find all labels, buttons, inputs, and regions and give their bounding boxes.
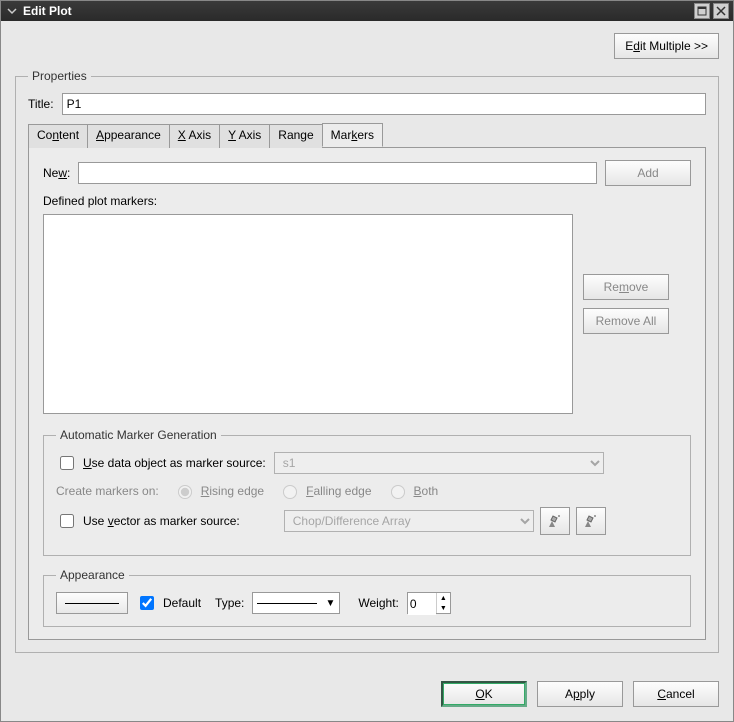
- appearance-legend: Appearance: [56, 568, 129, 582]
- add-marker-button[interactable]: Add: [605, 160, 691, 186]
- minimize-button[interactable]: [694, 3, 710, 19]
- use-vector-input[interactable]: [60, 514, 74, 528]
- data-object-select[interactable]: s1: [274, 452, 604, 474]
- rising-edge-radio[interactable]: Rising edge: [173, 482, 264, 499]
- line-sample[interactable]: [56, 592, 128, 614]
- defined-markers-list[interactable]: [43, 214, 573, 414]
- falling-edge-input[interactable]: [283, 485, 297, 499]
- falling-edge-radio[interactable]: Falling edge: [278, 482, 371, 499]
- use-data-object-input[interactable]: [60, 456, 74, 470]
- type-select[interactable]: ▼: [252, 592, 340, 614]
- spinner-up[interactable]: ▲: [437, 593, 450, 603]
- chevron-down-icon: ▼: [325, 598, 335, 609]
- edit-multiple-button[interactable]: Edit Multiple >>: [614, 33, 719, 59]
- remove-marker-button[interactable]: Remove: [583, 274, 669, 300]
- weight-input[interactable]: [408, 593, 436, 615]
- both-radio[interactable]: Both: [386, 482, 439, 499]
- spinner-down[interactable]: ▼: [437, 603, 450, 613]
- weight-label: Weight:: [358, 596, 398, 610]
- cancel-button[interactable]: Cancel: [633, 681, 719, 707]
- title-input[interactable]: [62, 93, 706, 115]
- title-label: Title:: [28, 97, 54, 111]
- vector-clear-icon-button[interactable]: [576, 507, 606, 535]
- default-input[interactable]: [140, 596, 154, 610]
- client-area: Edit Multiple >> Properties Title: Conte…: [1, 21, 733, 721]
- apply-button[interactable]: Apply: [537, 681, 623, 707]
- ok-button[interactable]: OK: [441, 681, 527, 707]
- wizard-icon: [582, 512, 600, 530]
- both-input[interactable]: [391, 485, 405, 499]
- appearance-group: Appearance Default Type: ▼ Weight:: [43, 568, 691, 627]
- close-button[interactable]: [713, 3, 729, 19]
- dialog-buttons: OK Apply Cancel: [441, 681, 719, 707]
- edit-plot-window: Edit Plot Edit Multiple >> Properties Ti…: [0, 0, 734, 722]
- new-marker-label: New:: [43, 166, 70, 180]
- rising-edge-input[interactable]: [178, 485, 192, 499]
- amg-legend: Automatic Marker Generation: [56, 428, 221, 442]
- vector-edit-icon-button[interactable]: [540, 507, 570, 535]
- tab-appearance[interactable]: Appearance: [87, 124, 170, 148]
- use-data-object-checkbox[interactable]: Use data object as marker source:: [56, 453, 266, 473]
- remove-all-button[interactable]: Remove All: [583, 308, 669, 334]
- markers-panel: New: Add Defined plot markers: Remove Re…: [28, 148, 706, 640]
- create-markers-on-label: Create markers on:: [56, 484, 159, 498]
- properties-group: Properties Title: Content Appearance X A…: [15, 69, 719, 653]
- properties-legend: Properties: [28, 69, 91, 83]
- tab-x-axis[interactable]: X Axis: [169, 124, 220, 148]
- window-title: Edit Plot: [23, 4, 691, 18]
- new-marker-input[interactable]: [78, 162, 597, 184]
- window-menu-icon[interactable]: [5, 4, 19, 18]
- titlebar: Edit Plot: [1, 1, 733, 21]
- tab-range[interactable]: Range: [269, 124, 322, 148]
- automatic-marker-generation-group: Automatic Marker Generation Use data obj…: [43, 428, 691, 556]
- wizard-icon: [546, 512, 564, 530]
- default-checkbox[interactable]: Default: [136, 593, 201, 613]
- weight-spinner[interactable]: ▲ ▼: [407, 592, 451, 614]
- tab-markers[interactable]: Markers: [322, 123, 383, 147]
- type-label: Type:: [215, 596, 244, 610]
- tab-content[interactable]: Content: [28, 124, 88, 148]
- tab-y-axis[interactable]: Y Axis: [219, 124, 270, 148]
- vector-select[interactable]: Chop/Difference Array: [284, 510, 534, 532]
- tab-strip: Content Appearance X Axis Y Axis Range M…: [28, 123, 706, 148]
- defined-markers-label: Defined plot markers:: [43, 194, 691, 208]
- use-vector-checkbox[interactable]: Use vector as marker source:: [56, 511, 240, 531]
